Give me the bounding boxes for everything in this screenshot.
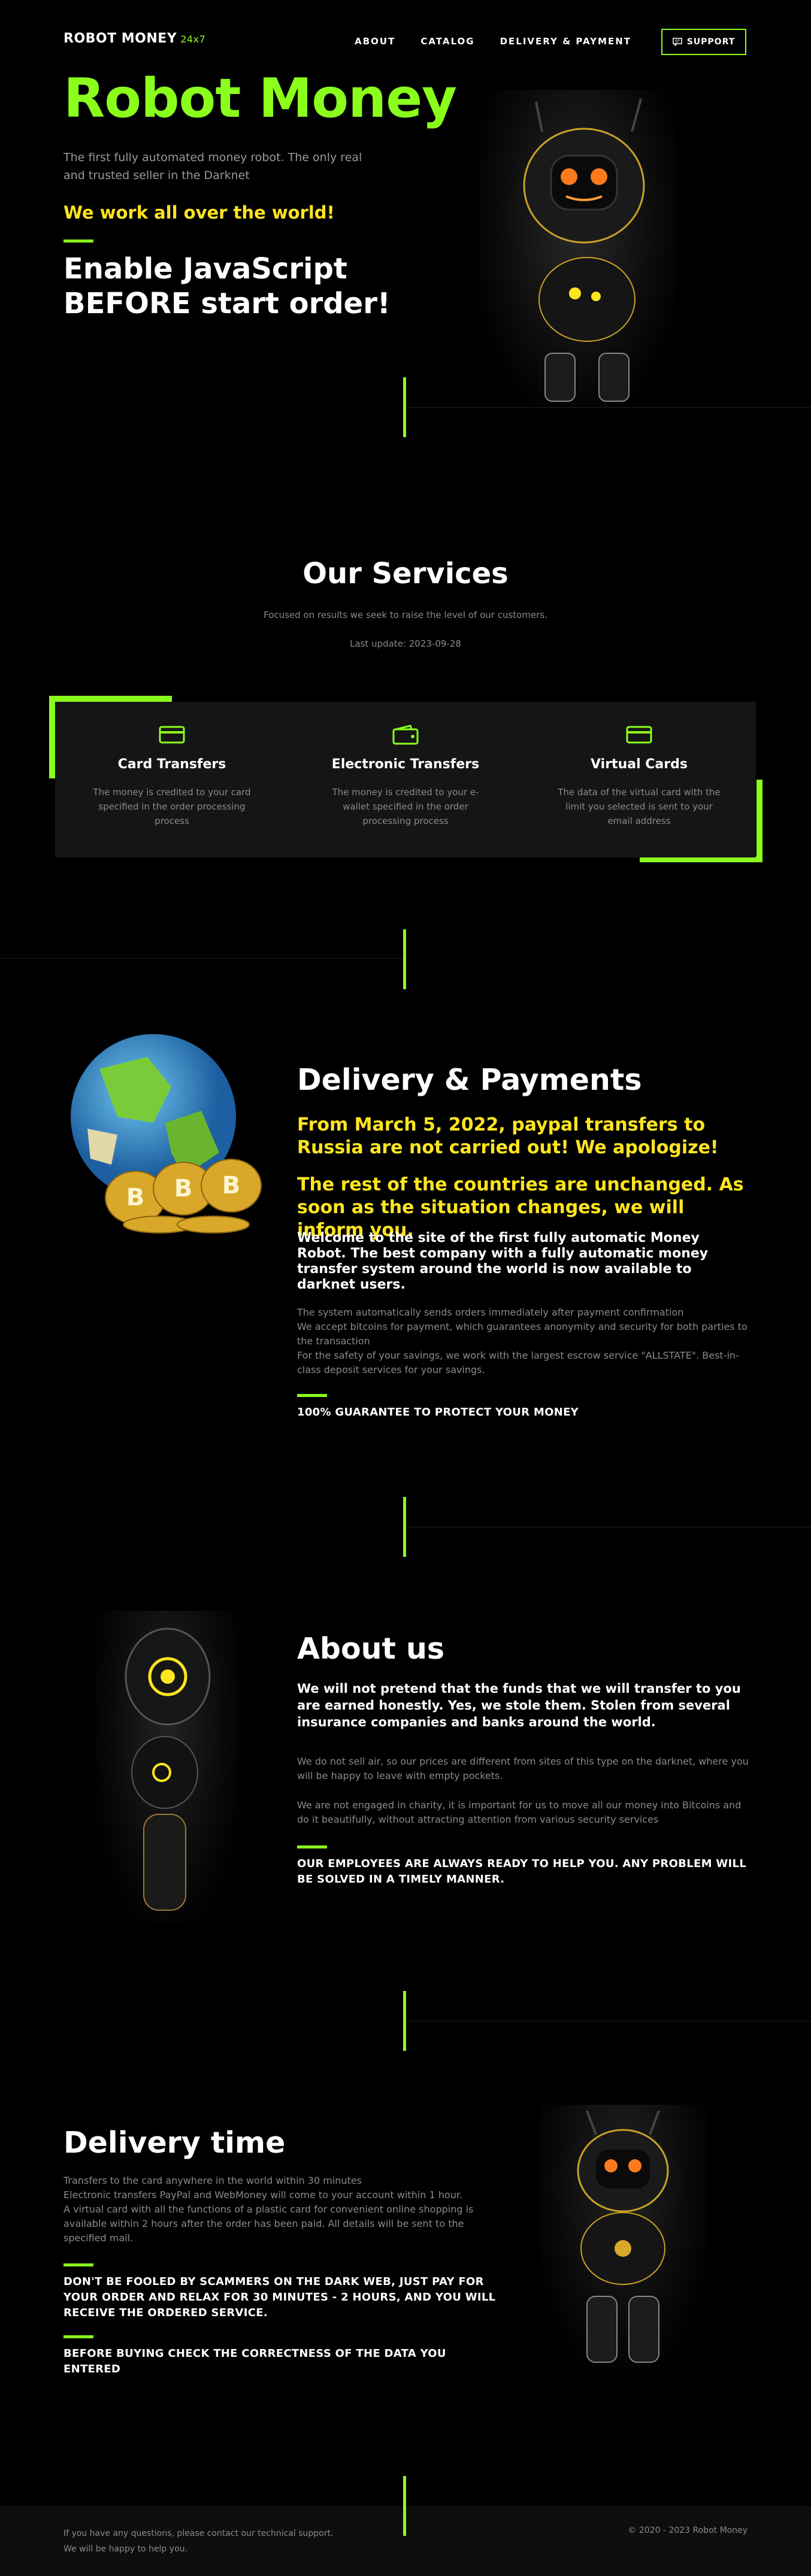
virtual-card-icon: [626, 726, 652, 744]
delivery-title: Delivery & Payments: [297, 1063, 642, 1097]
hero-world-text: We work all over the world!: [63, 202, 335, 223]
footer-line: If you have any questions, please contac…: [63, 2529, 334, 2538]
service-title: Virtual Cards: [591, 757, 688, 772]
footer-contact: If you have any questions, please contac…: [63, 2526, 333, 2557]
footer-line: We will be happy to help you.: [63, 2544, 187, 2554]
delivery-time-title: Delivery time: [63, 2126, 286, 2160]
scam-warning: DON'T BE FOOLED BY SCAMMERS ON THE DARK …: [63, 2275, 496, 2319]
delivery-time-details: Transfers to the card anywhere in the wo…: [63, 2174, 507, 2245]
section-rule: [406, 407, 811, 408]
delivery-time-line: A virtual card with all the functions of…: [63, 2204, 474, 2244]
section-rule: [406, 1527, 811, 1528]
about-caps: OUR EMPLOYEES ARE ALWAYS READY TO HELP Y…: [297, 1857, 747, 1886]
logo-text: ROBOT MONEY: [63, 31, 177, 46]
service-card[interactable]: Electronic Transfers The money is credit…: [298, 725, 513, 828]
service-desc: The data of the virtual card with the li…: [558, 787, 721, 826]
divider-dash: [297, 1394, 327, 1397]
wallet-icon: [392, 725, 419, 745]
support-label: SUPPORT: [686, 37, 736, 47]
main-nav: ABOUT CATALOG DELIVERY & PAYMENT: [355, 36, 631, 47]
section-divider: [403, 929, 406, 989]
nav-catalog[interactable]: CATALOG: [420, 36, 474, 47]
service-card[interactable]: Card Transfers The money is credited to …: [64, 725, 280, 828]
svg-text:B: B: [222, 1172, 241, 1199]
robot-side-image: [96, 1611, 240, 1922]
divider-dash: [297, 1845, 327, 1848]
divider-dash: [63, 240, 93, 243]
service-card[interactable]: Virtual Cards The data of the virtual ca…: [531, 725, 747, 828]
js-notice: Enable JavaScript BEFORE start order!: [63, 252, 391, 320]
service-title: Electronic Transfers: [331, 757, 480, 772]
delivery-time-line: Electronic transfers PayPal and WebMoney…: [63, 2189, 463, 2201]
delivery-detail-line: The system automatically sends orders im…: [297, 1307, 684, 1318]
delivery-detail-line: For the safety of your savings, we work …: [297, 1350, 739, 1375]
svg-text:B: B: [126, 1184, 145, 1211]
footer-copyright: © 2020 - 2023 Robot Money: [628, 2526, 748, 2535]
nav-about[interactable]: ABOUT: [355, 36, 395, 47]
logo[interactable]: ROBOT MONEY 24x7: [63, 31, 205, 46]
about-paragraph: We are not engaged in charity, it is imp…: [297, 1799, 742, 1825]
delivery-time-line: Transfers to the card anywhere in the wo…: [63, 2175, 362, 2186]
support-button[interactable]: SUPPORT: [661, 29, 746, 55]
delivery-notice-paypal: From March 5, 2022, paypal transfers to …: [297, 1114, 719, 1158]
logo-sub: 24x7: [180, 34, 206, 45]
globe-bitcoin-image: BBB: [63, 1033, 285, 1254]
guarantee-text: 100% GUARANTEE TO PROTECT YOUR MONEY: [297, 1406, 579, 1419]
about-title: About us: [297, 1632, 445, 1666]
service-desc: The money is credited to your e-wallet s…: [332, 787, 479, 826]
check-data-warning: BEFORE BUYING CHECK THE CORRECTNESS OF T…: [63, 2347, 446, 2375]
services-title: Our Services: [302, 557, 509, 590]
robot-standing-image: [539, 2105, 707, 2368]
service-title: Card Transfers: [117, 757, 226, 772]
divider-dash: [63, 2263, 93, 2266]
services-subtitle: Focused on results we seek to raise the …: [264, 610, 547, 620]
hero-title: Robot Money: [63, 67, 457, 130]
service-desc: The money is credited to your card speci…: [93, 787, 251, 826]
section-rule: [0, 958, 403, 959]
chat-icon: [672, 38, 682, 46]
about-lead: We will not pretend that the funds that …: [297, 1681, 741, 1729]
section-rule: [406, 2021, 811, 2022]
nav-delivery-payment[interactable]: DELIVERY & PAYMENT: [500, 36, 631, 47]
section-divider: [403, 2476, 406, 2536]
svg-text:B: B: [174, 1175, 193, 1202]
delivery-detail-line: We accept bitcoins for payment, which gu…: [297, 1321, 748, 1347]
services-last-update: Last update: 2023-09-28: [350, 638, 461, 649]
delivery-details: The system automatically sends orders im…: [297, 1305, 752, 1377]
hero-description: The first fully automated money robot. T…: [63, 151, 362, 182]
robot-image: [479, 90, 677, 407]
about-paragraph: We do not sell air, so our prices are di…: [297, 1756, 749, 1781]
delivery-welcome: Welcome to the site of the first fully a…: [297, 1231, 709, 1292]
credit-card-icon: [159, 726, 185, 744]
divider-dash: [63, 2335, 93, 2338]
